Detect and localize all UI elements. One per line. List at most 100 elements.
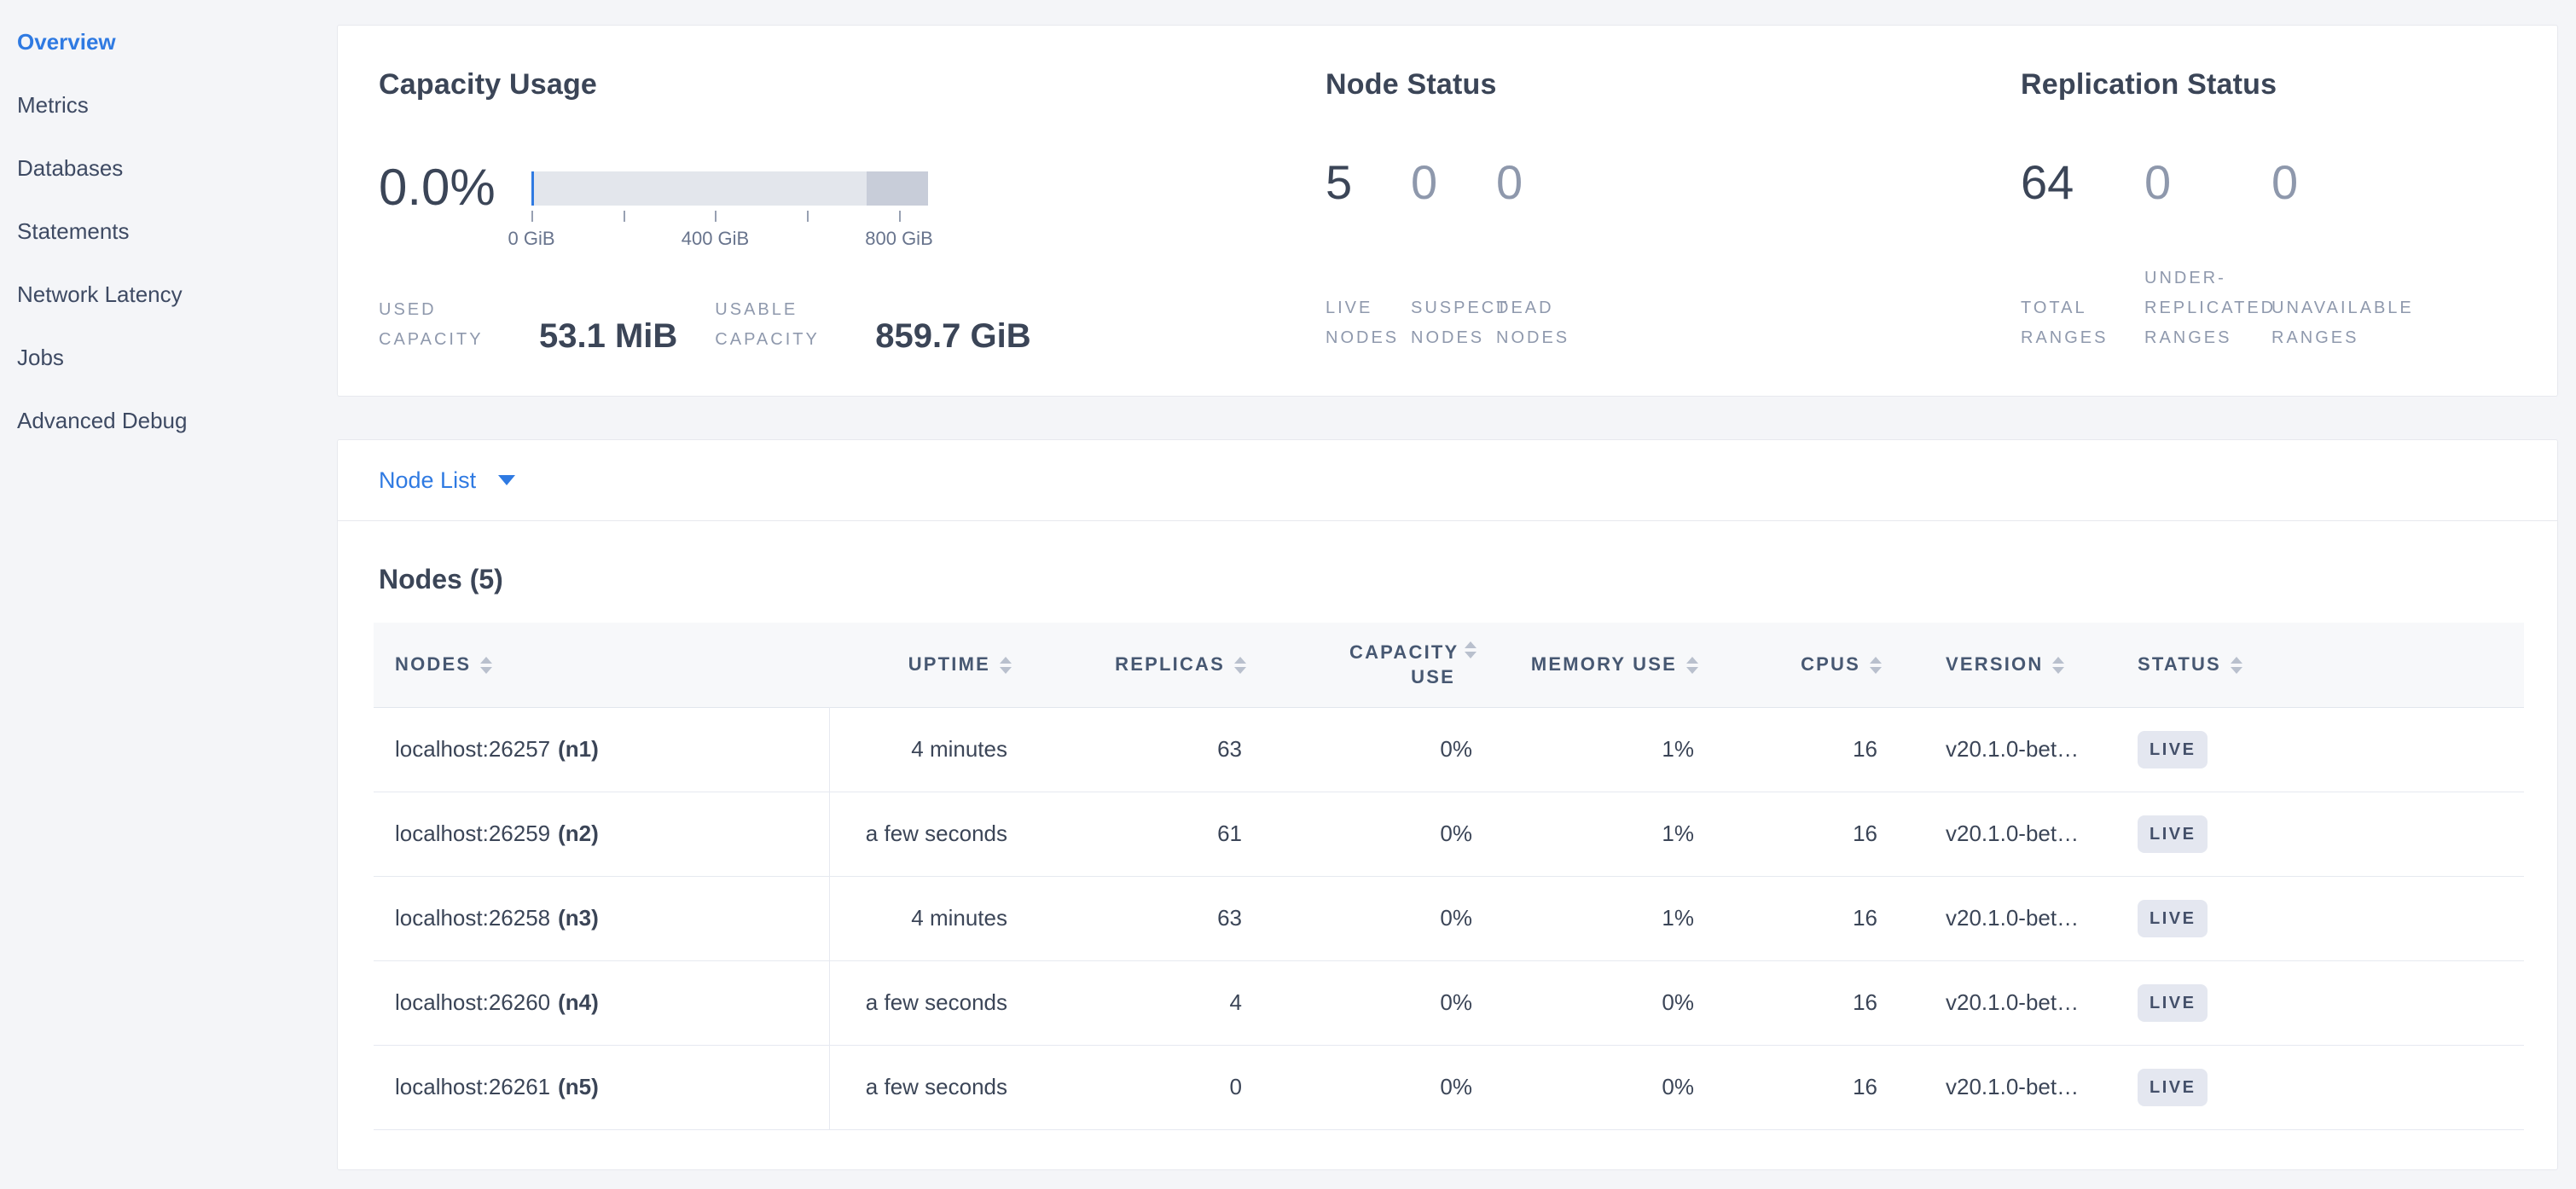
chevron-down-icon: [498, 475, 515, 485]
capacity-gauge: 0 GiB 400 GiB 800 GiB: [531, 171, 928, 257]
status-badge: LIVE: [2138, 900, 2208, 937]
uptime-cell: a few seconds: [829, 792, 1012, 876]
under-replicated-ranges-value: 0: [2144, 155, 2171, 209]
column-header-memory-use[interactable]: MEMORY USE: [1477, 623, 1698, 707]
node-id: (n4): [558, 989, 599, 1015]
usable-capacity-stat: USABLE CAPACITY 859.7 GiB: [715, 295, 1030, 355]
version-cell: v20.1.0-bet…: [1882, 960, 2138, 1045]
uptime-cell: 4 minutes: [829, 707, 1012, 792]
status-badge: LIVE: [2138, 984, 2208, 1022]
version-cell: v20.1.0-bet…: [1882, 876, 2138, 960]
capacity-gauge-reserved-segment: [867, 171, 928, 206]
memory-use-cell: 0%: [1477, 1045, 1698, 1129]
sidebar-item-databases[interactable]: Databases: [0, 136, 337, 200]
dead-nodes-value: 0: [1496, 155, 1523, 209]
table-row: localhost:26260(n4) a few seconds 4 0% 0…: [374, 960, 2524, 1045]
nodes-table-title: Nodes (5): [379, 564, 2557, 595]
sidebar-item-statements[interactable]: Statements: [0, 200, 337, 263]
capacity-gauge-ticks: [531, 211, 928, 222]
node-list-dropdown[interactable]: Node List: [338, 440, 2557, 521]
table-row: localhost:26261(n5) a few seconds 0 0% 0…: [374, 1045, 2524, 1129]
column-header-replicas[interactable]: REPLICAS: [1012, 623, 1246, 707]
sort-icon: [1465, 640, 1477, 658]
axis-tick-label: 0 GiB: [508, 228, 554, 250]
status-cell: LIVE: [2138, 707, 2524, 792]
memory-use-cell: 1%: [1477, 792, 1698, 876]
sidebar-item-jobs[interactable]: Jobs: [0, 326, 337, 389]
column-header-cpus[interactable]: CPUS: [1698, 623, 1882, 707]
cockroachdb-admin-overview-page: Overview Metrics Databases Statements Ne…: [0, 0, 2576, 1189]
replicas-cell: 63: [1012, 876, 1246, 960]
status-badge: LIVE: [2138, 815, 2208, 853]
node-status-section: Node Status 5 0 0 LIVE NODES SUSPECT NOD…: [1326, 26, 1940, 396]
version-cell: v20.1.0-bet…: [1882, 1045, 2138, 1129]
capacity-use-cell: 0%: [1246, 792, 1477, 876]
memory-use-cell: 1%: [1477, 876, 1698, 960]
nodes-table: NODES UPTIME REPLICAS: [374, 623, 2524, 1130]
version-cell: v20.1.0-bet…: [1882, 792, 2138, 876]
column-header-status[interactable]: STATUS: [2138, 623, 2524, 707]
used-capacity-value: 53.1 MiB: [539, 319, 677, 353]
table-header-row: NODES UPTIME REPLICAS: [374, 623, 2524, 707]
replication-status-title: Replication Status: [2021, 68, 2277, 102]
replicas-cell: 63: [1012, 707, 1246, 792]
live-nodes-value: 5: [1326, 155, 1352, 209]
capacity-usage-section: Capacity Usage 0.0% 0 GiB 400 GiB 800 Gi…: [379, 26, 1044, 396]
node-id: (n3): [558, 905, 599, 931]
dead-nodes-label: DEAD NODES: [1496, 293, 1581, 353]
axis-tick-label: 400 GiB: [682, 228, 750, 250]
uptime-cell: a few seconds: [829, 1045, 1012, 1129]
sort-icon: [2231, 655, 2242, 674]
node-address-cell[interactable]: localhost:26260(n4): [374, 960, 829, 1045]
capacity-use-cell: 0%: [1246, 876, 1477, 960]
used-capacity-stat: USED CAPACITY 53.1 MiB: [379, 295, 677, 355]
sidebar-item-overview[interactable]: Overview: [0, 10, 337, 73]
replication-status-values: 64 0 0: [2021, 159, 2298, 206]
live-nodes-label: LIVE NODES: [1326, 293, 1411, 353]
node-status-title: Node Status: [1326, 68, 1497, 102]
column-header-capacity-use[interactable]: CAPACITY USE: [1246, 623, 1477, 707]
total-ranges-label: TOTAL RANGES: [2021, 293, 2144, 353]
node-list-dropdown-label: Node List: [379, 467, 476, 494]
capacity-usage-title: Capacity Usage: [379, 68, 597, 102]
column-header-nodes[interactable]: NODES: [374, 623, 829, 707]
memory-use-cell: 0%: [1477, 960, 1698, 1045]
status-cell: LIVE: [2138, 960, 2524, 1045]
sidebar: Overview Metrics Databases Statements Ne…: [0, 0, 337, 1189]
replicas-cell: 4: [1012, 960, 1246, 1045]
node-address-cell[interactable]: localhost:26257(n1): [374, 707, 829, 792]
sidebar-item-network-latency[interactable]: Network Latency: [0, 263, 337, 326]
table-row: localhost:26258(n3) 4 minutes 63 0% 1% 1…: [374, 876, 2524, 960]
axis-tick-label: 800 GiB: [865, 228, 933, 250]
sort-icon: [1686, 655, 1698, 674]
replicas-cell: 0: [1012, 1045, 1246, 1129]
cpus-cell: 16: [1698, 960, 1882, 1045]
column-header-uptime[interactable]: UPTIME: [829, 623, 1012, 707]
node-status-values: 5 0 0: [1326, 159, 1581, 206]
suspect-nodes-label: SUSPECT NODES: [1411, 293, 1496, 353]
table-row: localhost:26257(n1) 4 minutes 63 0% 1% 1…: [374, 707, 2524, 792]
replication-status-section: Replication Status 64 0 0 TOTAL RANGES U…: [2021, 26, 2550, 396]
unavailable-ranges-value: 0: [2271, 155, 2298, 209]
capacity-stats: USED CAPACITY 53.1 MiB USABLE CAPACITY 8…: [379, 295, 1031, 355]
sidebar-item-metrics[interactable]: Metrics: [0, 73, 337, 136]
capacity-use-cell: 0%: [1246, 960, 1477, 1045]
node-address-cell[interactable]: localhost:26261(n5): [374, 1045, 829, 1129]
unavailable-ranges-label: UNAVAILABLE RANGES: [2271, 293, 2476, 353]
sort-icon: [1234, 655, 1246, 674]
total-ranges-value: 64: [2021, 155, 2074, 209]
usable-capacity-value: 859.7 GiB: [875, 319, 1030, 353]
node-address-cell[interactable]: localhost:26258(n3): [374, 876, 829, 960]
capacity-gauge-used-marker: [531, 171, 534, 206]
sidebar-item-advanced-debug[interactable]: Advanced Debug: [0, 389, 337, 452]
node-id: (n1): [558, 736, 599, 762]
column-header-version[interactable]: VERSION: [1882, 623, 2138, 707]
uptime-cell: a few seconds: [829, 960, 1012, 1045]
cpus-cell: 16: [1698, 707, 1882, 792]
replicas-cell: 61: [1012, 792, 1246, 876]
sort-icon: [2052, 655, 2064, 674]
used-capacity-label: USED CAPACITY: [379, 295, 508, 355]
cpus-cell: 16: [1698, 792, 1882, 876]
node-address-cell[interactable]: localhost:26259(n2): [374, 792, 829, 876]
usable-capacity-label: USABLE CAPACITY: [715, 295, 844, 355]
